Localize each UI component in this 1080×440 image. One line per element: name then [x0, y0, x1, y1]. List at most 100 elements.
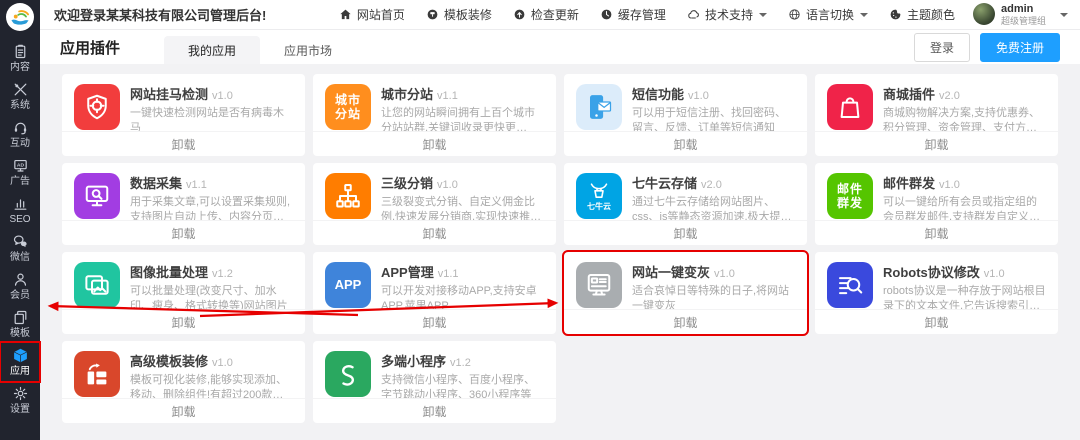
tab-bar: 我的应用应用市场 — [164, 36, 356, 64]
sidebar-item-settings[interactable]: 设置 — [1, 381, 39, 419]
sidebar-item-interact[interactable]: 互动 — [1, 115, 39, 153]
plugin-grid: 网站挂马检测v1.0 一键快速检测网站是否有病毒木马 卸载 城市分站 城市分站v… — [62, 74, 1058, 423]
home-icon — [339, 8, 352, 21]
sidebar-item-member[interactable]: 会员 — [1, 267, 39, 305]
app-version: v1.0 — [714, 268, 735, 280]
sidebar-item-label: 内容 — [10, 62, 30, 73]
nav-language[interactable]: 语言切换 — [788, 6, 868, 23]
app-title: 图像批量处理 — [130, 265, 208, 280]
app-title: 多端小程序 — [381, 354, 446, 369]
nav-cache[interactable]: 缓存管理 — [600, 6, 666, 23]
app-description: robots协议是一种存放于网站根目录下的文本文件,它告诉搜索引擎,网站中的哪些… — [883, 284, 1046, 309]
tab-app-market[interactable]: 应用市场 — [260, 36, 356, 64]
uninstall-button[interactable]: 卸载 — [815, 309, 1058, 334]
user-menu[interactable]: admin 超级管理组 — [973, 3, 1046, 26]
app-description: 模板可视化装修,能够实现添加、移动、删除组件!有超过200款组件供你选择 — [130, 373, 293, 398]
city-text-icon: 城市分站 — [325, 84, 371, 130]
nav-support[interactable]: 技术支持 — [687, 6, 767, 23]
sidebar-item-seo[interactable]: SEO — [1, 191, 39, 229]
app-card-shop: 商城插件v2.0 商城购物解决方案,支持优惠券、积分管理、资金管理、支付方式、配… — [815, 74, 1058, 156]
theme-icon — [889, 8, 902, 21]
app-title: 城市分站 — [381, 87, 433, 102]
uninstall-button[interactable]: 卸载 — [564, 220, 807, 245]
app-version: v1.0 — [939, 179, 960, 191]
tab-my-apps[interactable]: 我的应用 — [164, 36, 260, 64]
user-name: admin — [1001, 3, 1046, 16]
app-title: 网站挂马检测 — [130, 87, 208, 102]
nav-update[interactable]: 检查更新 — [513, 6, 579, 23]
register-button[interactable]: 免费注册 — [980, 33, 1060, 62]
app-title: 邮件群发 — [883, 176, 935, 191]
sidebar-item-label: 应用 — [10, 366, 30, 377]
app-title: 七牛云存储 — [632, 176, 697, 191]
app-title: 网站一键变灰 — [632, 265, 710, 280]
nav-label: 主题颜色 — [907, 6, 955, 23]
nav-label: 模板装修 — [444, 6, 492, 23]
login-button[interactable]: 登录 — [914, 33, 970, 62]
sidebar-item-template[interactable]: 模板 — [1, 305, 39, 343]
uninstall-button[interactable]: 卸载 — [313, 131, 556, 156]
uninstall-button[interactable]: 卸载 — [564, 309, 807, 334]
language-icon — [788, 8, 801, 21]
uninstall-button[interactable]: 卸载 — [313, 398, 556, 423]
sidebar-item-system[interactable]: 系统 — [1, 77, 39, 115]
system-icon — [12, 81, 29, 98]
uninstall-button[interactable]: 卸载 — [62, 309, 305, 334]
app-version: v1.0 — [984, 268, 1005, 280]
toolbar-actions: 登录 免费注册 — [914, 33, 1060, 62]
sidebar-item-ad[interactable]: AD 广告 — [1, 153, 39, 191]
sidebar-item-label: 广告 — [10, 176, 30, 187]
collect-monitor-icon — [74, 173, 120, 219]
app-card-mail-blast: 邮件群发 邮件群发v1.0 可以一键给所有会员或指定组的会员群发邮件,支持群发自… — [815, 163, 1058, 245]
plugin-grid-area: 网站挂马检测v1.0 一键快速检测网站是否有病毒木马 卸载 城市分站 城市分站v… — [40, 64, 1080, 440]
sidebar-item-wechat[interactable]: 微信 — [1, 229, 39, 267]
app-version: v1.0 — [437, 179, 458, 191]
app-card-image-batch: 图像批量处理v1.2 可以批量处理(改变尺寸、加水印、瘦身、格式转换等)网站图片… — [62, 252, 305, 334]
uninstall-button[interactable]: 卸载 — [313, 309, 556, 334]
sidebar-item-app[interactable]: 应用 — [1, 343, 39, 381]
uninstall-button[interactable]: 卸载 — [62, 398, 305, 423]
user-role: 超级管理组 — [1001, 16, 1046, 26]
app-card-distribution: 三级分销v1.0 三级裂变式分销、自定义佣金比例,快速发展分销商,实现快速推广与… — [313, 163, 556, 245]
sms-phone-icon — [576, 84, 622, 130]
robots-search-icon — [827, 262, 873, 308]
app-card-qiniu: 七牛云 七牛云存储v2.0 通过七牛云存储给网站图片、css、js等静态资源加速… — [564, 163, 807, 245]
app-card-tpl-decorate: 高级模板装修v1.0 模板可视化装修,能够实现添加、移动、删除组件!有超过200… — [62, 341, 305, 423]
app-version: v1.0 — [212, 90, 233, 102]
app-card-robots: Robots协议修改 v1.0 robots协议是一种存放于网站根目录下的文本文件… — [815, 252, 1058, 334]
sidebar-menu: 内容 系统 互动 AD 广告 SEO 微信 会员 模板 应用 设置 — [1, 39, 39, 419]
nav-theme[interactable]: 主题颜色 — [889, 6, 955, 23]
app-description: 适合哀悼日等特殊的日子,将网站一键变灰 — [632, 284, 795, 309]
uninstall-button[interactable]: 卸载 — [62, 131, 305, 156]
app-card-sms: 短信功能v1.0 可以用于短信注册、找回密码、留言、反馈、订单等短信通知 卸载 — [564, 74, 807, 156]
app-description: 商城购物解决方案,支持优惠券、积分管理、资金管理、支付方式、配送方式 — [883, 106, 1046, 131]
sidebar-item-content[interactable]: 内容 — [1, 39, 39, 77]
top-header: 欢迎登录某某科技有限公司管理后台! 网站首页 模板装修 检查更新 缓存管理 技术… — [40, 0, 1080, 30]
app-title: Robots协议修改 — [883, 265, 980, 280]
interact-icon — [12, 119, 29, 136]
app-title: 短信功能 — [632, 87, 684, 102]
app-description: 用于采集文章,可以设置采集规则,支持图片自动上传、内容分页采集、自动生成缩略图 — [130, 195, 293, 220]
site-logo[interactable] — [6, 3, 34, 31]
layout-blocks-icon — [74, 351, 120, 397]
uninstall-button[interactable]: 卸载 — [815, 131, 1058, 156]
avatar — [973, 3, 995, 25]
sidebar-item-label: SEO — [9, 214, 30, 225]
sidebar-item-label: 微信 — [10, 252, 30, 263]
app-description: 可以一键给所有会员或指定组的会员群发邮件,支持群发自定义邮箱,支持邮箱号码导入导… — [883, 195, 1046, 220]
uninstall-button[interactable]: 卸载 — [815, 220, 1058, 245]
app-description: 三级裂变式分销、自定义佣金比例,快速发展分销商,实现快速推广与销售产品 — [381, 195, 544, 220]
app-description: 可以用于短信注册、找回密码、留言、反馈、订单等短信通知 — [632, 106, 795, 131]
qiniu-bull-icon: 七牛云 — [576, 173, 622, 219]
template-icon — [12, 309, 29, 326]
sidebar-item-label: 模板 — [10, 328, 30, 339]
settings-icon — [12, 385, 29, 402]
uninstall-button[interactable]: 卸载 — [564, 131, 807, 156]
app-card-site-gray: 网站一键变灰 v1.0 适合哀悼日等特殊的日子,将网站一键变灰 卸载 — [564, 252, 807, 334]
user-caret-icon[interactable] — [1060, 13, 1068, 17]
uninstall-button[interactable]: 卸载 — [62, 220, 305, 245]
content-icon — [12, 43, 29, 60]
uninstall-button[interactable]: 卸载 — [313, 220, 556, 245]
nav-decorate[interactable]: 模板装修 — [426, 6, 492, 23]
nav-home[interactable]: 网站首页 — [339, 6, 405, 23]
